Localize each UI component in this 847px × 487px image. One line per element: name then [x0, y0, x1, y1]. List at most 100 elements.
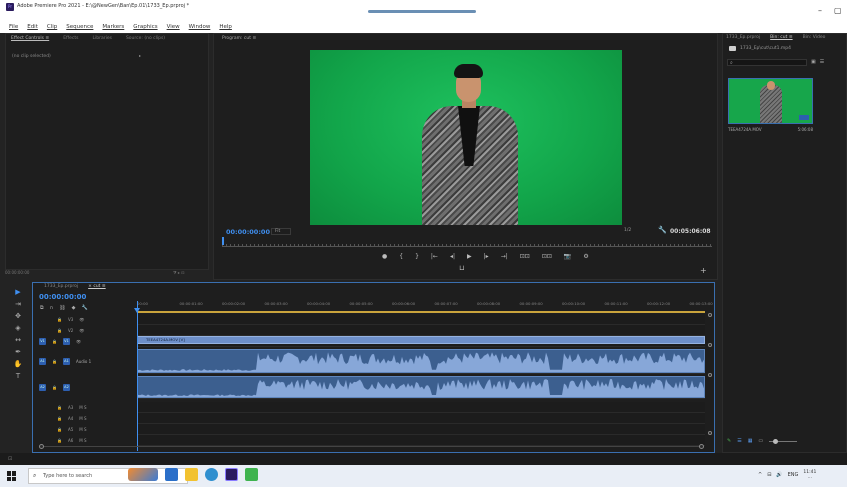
menu-sequence[interactable]: Sequence: [66, 24, 93, 32]
tab-bin-video[interactable]: Bin: Video: [803, 35, 826, 40]
type-tool-icon[interactable]: T: [16, 372, 20, 380]
clip-name[interactable]: TEEA4724A.MOV: [728, 127, 762, 132]
go-to-in-button[interactable]: |←: [431, 253, 438, 260]
video-clip[interactable]: TEEA4724A.MOV [V]: [137, 336, 705, 344]
hand-tool-icon[interactable]: ✋: [14, 360, 23, 368]
line-app-icon[interactable]: [245, 468, 258, 481]
menu-file[interactable]: File: [9, 24, 18, 32]
file-explorer-icon[interactable]: [185, 468, 198, 481]
track-name-a2[interactable]: A2: [62, 383, 70, 391]
lane-v1[interactable]: TEEA4724A.MOV [V]: [137, 336, 705, 347]
eye-icon[interactable]: 👁: [76, 339, 81, 344]
mark-in-button[interactable]: {: [399, 253, 403, 260]
premiere-taskbar-icon[interactable]: [225, 468, 238, 481]
mute-icon[interactable]: M S: [79, 405, 86, 410]
mark-out-button[interactable]: }: [415, 253, 419, 260]
lift-button[interactable]: ⊡⊡: [520, 253, 530, 260]
scroll-handle-bottom[interactable]: [708, 373, 712, 377]
selection-tool-icon[interactable]: ▶: [15, 288, 20, 296]
source-patch-a2[interactable]: A2: [39, 383, 46, 391]
lane-a2[interactable]: [137, 375, 705, 399]
tab-bin-cut[interactable]: Bin: cut ≡: [770, 35, 792, 40]
project-search-input[interactable]: ⌕: [727, 58, 807, 66]
tab-timeline-project[interactable]: 1733_Ep.prproj: [44, 284, 78, 289]
fit-dropdown[interactable]: Fit: [271, 228, 292, 235]
zoom-slider-knob[interactable]: [773, 438, 779, 444]
tab-effect-controls[interactable]: Effect Controls ≡: [11, 36, 49, 41]
add-marker-icon[interactable]: ◆: [72, 305, 76, 311]
scroll-handle-top[interactable]: [708, 313, 712, 317]
lock-icon[interactable]: 🔒: [57, 427, 62, 432]
track-select-tool-icon[interactable]: ⇥: [15, 300, 21, 308]
input-language[interactable]: ENG: [788, 472, 799, 478]
settings-wrench-icon[interactable]: 🔧: [658, 226, 667, 234]
nest-icon[interactable]: ⧉: [40, 305, 44, 311]
scroll-handle-mid[interactable]: [708, 343, 712, 347]
lock-icon[interactable]: 🔒: [57, 328, 62, 333]
mute-icon[interactable]: M S: [79, 427, 86, 432]
source-patch-v1[interactable]: V1: [39, 337, 46, 345]
program-scrub-bar[interactable]: [222, 239, 712, 247]
chrome-icon[interactable]: [205, 468, 218, 481]
network-icon[interactable]: ⊟: [767, 472, 771, 478]
new-bin-icon[interactable]: ▣: [811, 59, 816, 65]
minimize-button[interactable]: –: [818, 6, 822, 15]
menu-clip[interactable]: Clip: [47, 24, 57, 32]
button-editor-plus-icon[interactable]: +: [700, 266, 707, 275]
maximize-button[interactable]: ▢: [834, 6, 842, 15]
list-view-icon[interactable]: ☰: [820, 59, 824, 65]
track-name-a1[interactable]: A1: [62, 357, 70, 365]
tab-libraries[interactable]: Libraries: [93, 36, 112, 41]
pen-tool-icon[interactable]: ✒: [15, 348, 21, 356]
lock-icon[interactable]: 🔒: [57, 405, 62, 410]
windows-start-icon[interactable]: [7, 471, 17, 481]
zoom-slider[interactable]: [769, 438, 798, 444]
freeform-icon[interactable]: ▭: [758, 438, 763, 444]
lane-a1[interactable]: [137, 348, 705, 374]
tab-effects[interactable]: Effects: [63, 36, 78, 41]
pencil-icon[interactable]: ✎: [727, 438, 731, 444]
tab-sequence-cut[interactable]: × cut ≡: [88, 284, 106, 289]
menu-help[interactable]: Help: [219, 24, 232, 32]
play-button[interactable]: ▶: [467, 253, 472, 260]
tracks-area[interactable]: TEEA4724A.MOV [V]: [137, 314, 709, 449]
lock-icon[interactable]: 🔒: [52, 385, 57, 390]
menu-window[interactable]: Window: [189, 24, 211, 32]
tab-source[interactable]: Source: (no clips): [126, 36, 165, 41]
extract-button[interactable]: ⊡⊡: [542, 253, 552, 260]
step-back-button[interactable]: ◂|: [450, 253, 455, 260]
lane-a4[interactable]: [137, 413, 705, 424]
menu-markers[interactable]: Markers: [102, 24, 124, 32]
source-patch-a1[interactable]: A1: [39, 357, 46, 365]
menu-graphics[interactable]: Graphics: [133, 24, 157, 32]
work-area-bar[interactable]: [137, 311, 705, 313]
lock-icon[interactable]: 🔒: [52, 359, 57, 364]
mute-icon[interactable]: M S: [79, 416, 86, 421]
safe-margins-icon[interactable]: ⊔: [459, 264, 464, 272]
timeline-timecode[interactable]: 00:00:00:00: [39, 293, 86, 301]
lock-icon[interactable]: 🔒: [52, 339, 57, 344]
snap-icon[interactable]: ∩: [50, 305, 54, 311]
go-to-out-button[interactable]: →|: [501, 253, 508, 260]
timeline-ruler[interactable]: 00:00 00:00:01:00 00:00:02:00 00:00:03:00 00…: [137, 301, 713, 313]
mute-icon[interactable]: M S: [79, 438, 86, 443]
filter-icon[interactable]: ⧩ ▸ ⊡: [173, 270, 184, 275]
slip-tool-icon[interactable]: ↔: [15, 336, 21, 344]
lock-icon[interactable]: 🔒: [57, 317, 62, 322]
comparison-view-icon[interactable]: ⚙: [583, 253, 588, 260]
clock[interactable]: 11:41 ...: [803, 470, 816, 480]
eye-icon[interactable]: 👁: [79, 317, 84, 322]
program-monitor-tab[interactable]: Program: cut ≡: [222, 36, 256, 41]
list-icon[interactable]: ☰: [737, 438, 741, 444]
audio-clip-a1[interactable]: [137, 349, 705, 373]
ripple-edit-tool-icon[interactable]: ✥: [15, 312, 21, 320]
tab-project[interactable]: 1733_Ep.prproj: [726, 35, 760, 40]
lane-a3[interactable]: [137, 402, 705, 413]
razor-tool-icon[interactable]: ◈: [15, 324, 20, 332]
lane-v2[interactable]: [137, 325, 705, 336]
news-widget-icon[interactable]: [128, 468, 158, 481]
resolution-dropdown[interactable]: 1/2: [624, 228, 631, 233]
scroll-handle-end[interactable]: [708, 431, 712, 435]
step-forward-button[interactable]: |▸: [484, 253, 489, 260]
program-timecode[interactable]: 00:00:00:00: [226, 228, 270, 236]
